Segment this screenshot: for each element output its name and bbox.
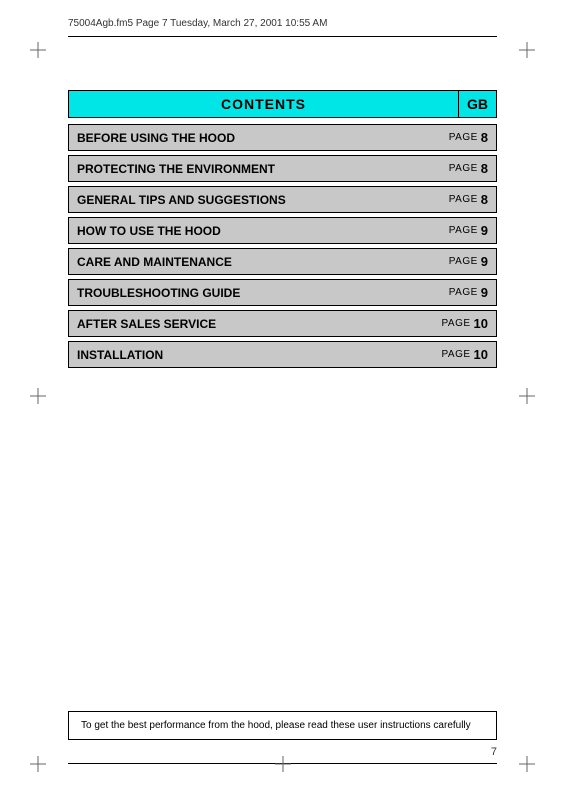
- crosshair-bot-left: [30, 756, 46, 772]
- crosshair-top-left: [30, 42, 46, 58]
- toc-row-title: INSTALLATION: [69, 342, 426, 367]
- contents-title: CONTENTS: [68, 90, 458, 118]
- toc-row: HOW TO USE THE HOODPAGE9: [68, 217, 497, 244]
- toc-row-page: PAGE 10: [426, 311, 496, 336]
- toc-row-page: PAGE9: [426, 249, 496, 274]
- page-number: 7: [491, 746, 497, 758]
- toc-row-title: PROTECTING THE ENVIRONMENT: [69, 156, 426, 181]
- page-num: 8: [481, 161, 488, 176]
- crosshair-mid-right: [519, 388, 535, 404]
- toc-row: AFTER SALES SERVICE PAGE 10: [68, 310, 497, 337]
- page: 75004Agb.fm5 Page 7 Tuesday, March 27, 2…: [0, 0, 565, 800]
- page-word: PAGE: [449, 194, 478, 205]
- crosshair-bot-right: [519, 756, 535, 772]
- toc-row-page: PAGE8: [426, 125, 496, 150]
- page-word: PAGE: [441, 349, 470, 360]
- file-info: 75004Agb.fm5 Page 7 Tuesday, March 27, 2…: [68, 18, 327, 29]
- page-num: 8: [481, 192, 488, 207]
- page-word: PAGE: [449, 132, 478, 143]
- bottom-note: To get the best performance from the hoo…: [68, 711, 497, 740]
- page-num: 9: [481, 223, 488, 238]
- toc-row-title: HOW TO USE THE HOOD: [69, 218, 426, 243]
- toc-row: BEFORE USING THE HOODPAGE8: [68, 124, 497, 151]
- toc-row-title: GENERAL TIPS AND SUGGESTIONS: [69, 187, 426, 212]
- contents-gb: GB: [458, 90, 497, 118]
- page-num: 8: [481, 130, 488, 145]
- crosshair-top-right: [519, 42, 535, 58]
- contents-header: CONTENTS GB: [68, 90, 497, 118]
- crosshair-mid-left: [30, 388, 46, 404]
- toc-row-title: TROUBLESHOOTING GUIDE: [69, 280, 426, 305]
- toc-list: BEFORE USING THE HOODPAGE8PROTECTING THE…: [68, 124, 497, 368]
- page-num: 10: [474, 347, 488, 362]
- toc-row: CARE AND MAINTENANCEPAGE9: [68, 248, 497, 275]
- toc-row-page: PAGE9: [426, 280, 496, 305]
- toc-row: INSTALLATION PAGE 10: [68, 341, 497, 368]
- page-word: PAGE: [449, 287, 478, 298]
- toc-row-page: PAGE 10: [426, 342, 496, 367]
- toc-row: PROTECTING THE ENVIRONMENTPAGE8: [68, 155, 497, 182]
- crosshair-bot-center: [275, 756, 291, 772]
- page-word: PAGE: [449, 225, 478, 236]
- page-word: PAGE: [449, 163, 478, 174]
- page-num: 9: [481, 254, 488, 269]
- toc-row-page: PAGE8: [426, 156, 496, 181]
- top-border: [68, 36, 497, 37]
- toc-row-title: AFTER SALES SERVICE: [69, 311, 426, 336]
- toc-row-title: BEFORE USING THE HOOD: [69, 125, 426, 150]
- page-word: PAGE: [441, 318, 470, 329]
- content-area: CONTENTS GB BEFORE USING THE HOODPAGE8PR…: [68, 90, 497, 372]
- toc-row: GENERAL TIPS AND SUGGESTIONSPAGE8: [68, 186, 497, 213]
- page-num: 9: [481, 285, 488, 300]
- toc-row: TROUBLESHOOTING GUIDEPAGE9: [68, 279, 497, 306]
- page-word: PAGE: [449, 256, 478, 267]
- page-num: 10: [474, 316, 488, 331]
- toc-row-page: PAGE9: [426, 218, 496, 243]
- toc-row-title: CARE AND MAINTENANCE: [69, 249, 426, 274]
- toc-row-page: PAGE8: [426, 187, 496, 212]
